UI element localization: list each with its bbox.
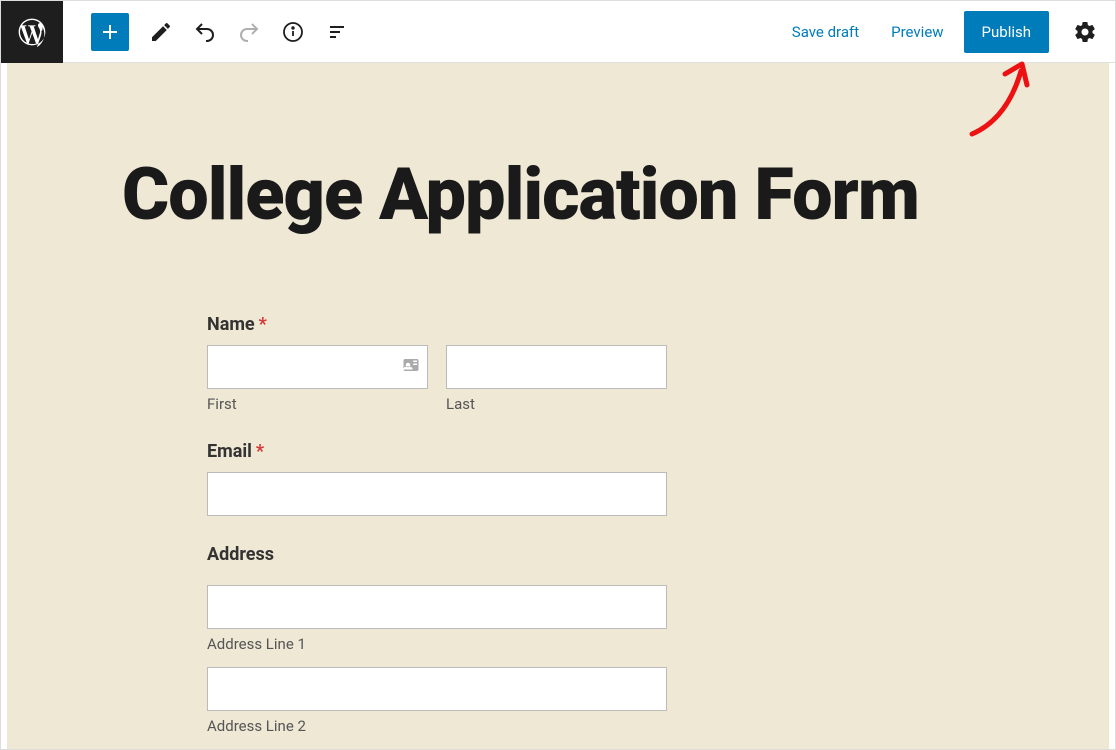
edit-mode-button[interactable] xyxy=(139,10,183,54)
wordpress-icon xyxy=(16,16,48,48)
redo-icon xyxy=(237,20,261,44)
toolbar-left xyxy=(91,10,359,54)
info-button[interactable] xyxy=(271,10,315,54)
preview-button[interactable]: Preview xyxy=(879,13,955,51)
address-line-1-sublabel: Address Line 1 xyxy=(207,635,667,653)
editor-top-bar: Save draft Preview Publish xyxy=(1,1,1115,63)
required-asterisk: * xyxy=(259,314,267,335)
name-field-group: Name * First Last xyxy=(207,314,667,413)
address-field-group: Address Address Line 1 Address Line 2 xyxy=(207,544,667,735)
last-sublabel: Last xyxy=(446,395,667,413)
save-draft-button[interactable]: Save draft xyxy=(780,13,871,51)
add-block-button[interactable] xyxy=(91,13,129,51)
editor-canvas: College Application Form Name * First xyxy=(7,63,1109,749)
redo-button xyxy=(227,10,271,54)
required-asterisk: * xyxy=(256,441,264,462)
last-name-input[interactable] xyxy=(446,345,667,389)
name-label: Name xyxy=(207,314,255,335)
settings-button[interactable] xyxy=(1063,10,1107,54)
first-name-input[interactable] xyxy=(207,345,428,389)
wordpress-logo[interactable] xyxy=(1,1,63,63)
form-preview: Name * First Last xyxy=(207,314,667,735)
undo-button[interactable] xyxy=(183,10,227,54)
address-line-1-input[interactable] xyxy=(207,585,667,629)
first-sublabel: First xyxy=(207,395,428,413)
address-line-2-input[interactable] xyxy=(207,667,667,711)
address-label: Address xyxy=(207,544,274,565)
plus-icon xyxy=(98,20,122,44)
contact-card-icon xyxy=(402,356,420,378)
publish-button[interactable]: Publish xyxy=(964,11,1049,53)
info-icon xyxy=(281,20,305,44)
email-label: Email xyxy=(207,441,252,462)
email-input[interactable] xyxy=(207,472,667,516)
gear-icon xyxy=(1073,20,1097,44)
pencil-icon xyxy=(149,20,173,44)
email-field-group: Email * xyxy=(207,441,667,516)
outline-button[interactable] xyxy=(315,10,359,54)
undo-icon xyxy=(193,20,217,44)
toolbar-right: Save draft Preview Publish xyxy=(780,10,1107,54)
list-view-icon xyxy=(325,20,349,44)
page-title[interactable]: College Application Form xyxy=(7,63,1109,234)
address-line-2-sublabel: Address Line 2 xyxy=(207,717,667,735)
